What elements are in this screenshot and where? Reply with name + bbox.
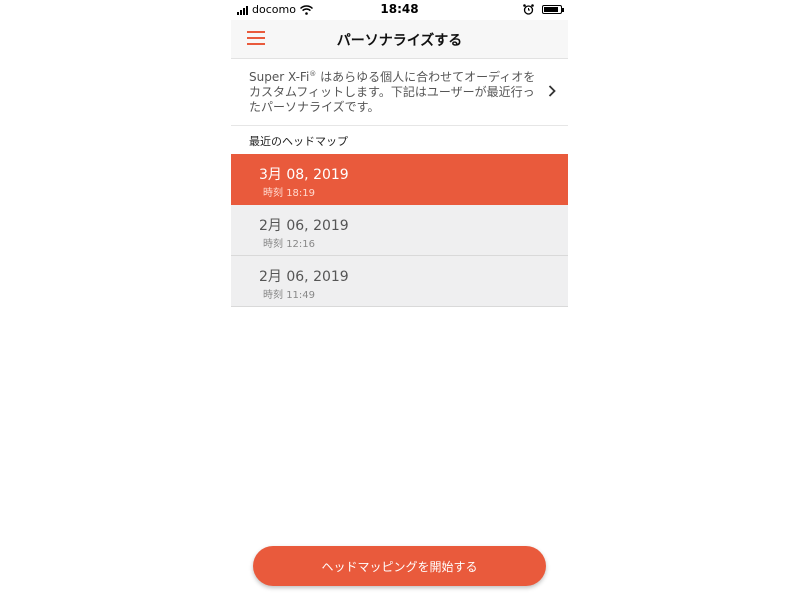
time-label: 時刻 <box>263 290 283 301</box>
status-right <box>523 4 564 15</box>
head-map-date: 2月 06, 2019 <box>259 218 349 234</box>
head-map-item[interactable]: 2月 06, 2019 時刻 12:16 <box>231 205 568 256</box>
alarm-clock-icon <box>523 4 534 15</box>
head-map-time: 時刻 12:16 <box>263 235 315 250</box>
status-time: 18:48 <box>380 2 419 16</box>
head-map-time: 時刻 18:19 <box>263 184 315 199</box>
head-map-date: 2月 06, 2019 <box>259 269 349 285</box>
head-map-item[interactable]: 3月 08, 2019 時刻 18:19 <box>231 154 568 205</box>
battery-icon <box>542 5 564 14</box>
status-bar: docomo 18:48 <box>231 0 568 20</box>
super-xfi-info-row[interactable]: Super X-Fi® はあらゆる個人に合わせてオーディオをカスタムフィットしま… <box>231 59 568 126</box>
section-header-recent-head-maps: 最近のヘッドマップ <box>249 135 348 148</box>
head-map-item[interactable]: 2月 06, 2019 時刻 11:49 <box>231 256 568 307</box>
time-label: 時刻 <box>263 239 283 250</box>
head-map-list: 3月 08, 2019 時刻 18:19 2月 06, 2019 時刻 12:1… <box>231 154 568 307</box>
time-label: 時刻 <box>263 188 283 199</box>
time-value: 12:16 <box>286 239 316 250</box>
head-map-time: 時刻 11:49 <box>263 286 315 301</box>
time-value: 11:49 <box>286 290 316 301</box>
start-head-mapping-button[interactable]: ヘッドマッピングを開始する <box>253 546 546 586</box>
page-title: パーソナライズする <box>336 33 463 49</box>
battery-level-fill <box>544 7 558 12</box>
phone-screen: docomo 18:48 パーソナライズする Super X-Fi® はあらゆる… <box>231 0 568 600</box>
chevron-right-icon <box>548 85 556 97</box>
head-map-date: 3月 08, 2019 <box>259 167 349 183</box>
brand-name: Super X-Fi <box>249 70 310 84</box>
navigation-bar: パーソナライズする <box>231 20 568 59</box>
time-value: 18:19 <box>286 188 316 199</box>
intro-text: Super X-Fi® はあらゆる個人に合わせてオーディオをカスタムフィットしま… <box>249 67 544 115</box>
